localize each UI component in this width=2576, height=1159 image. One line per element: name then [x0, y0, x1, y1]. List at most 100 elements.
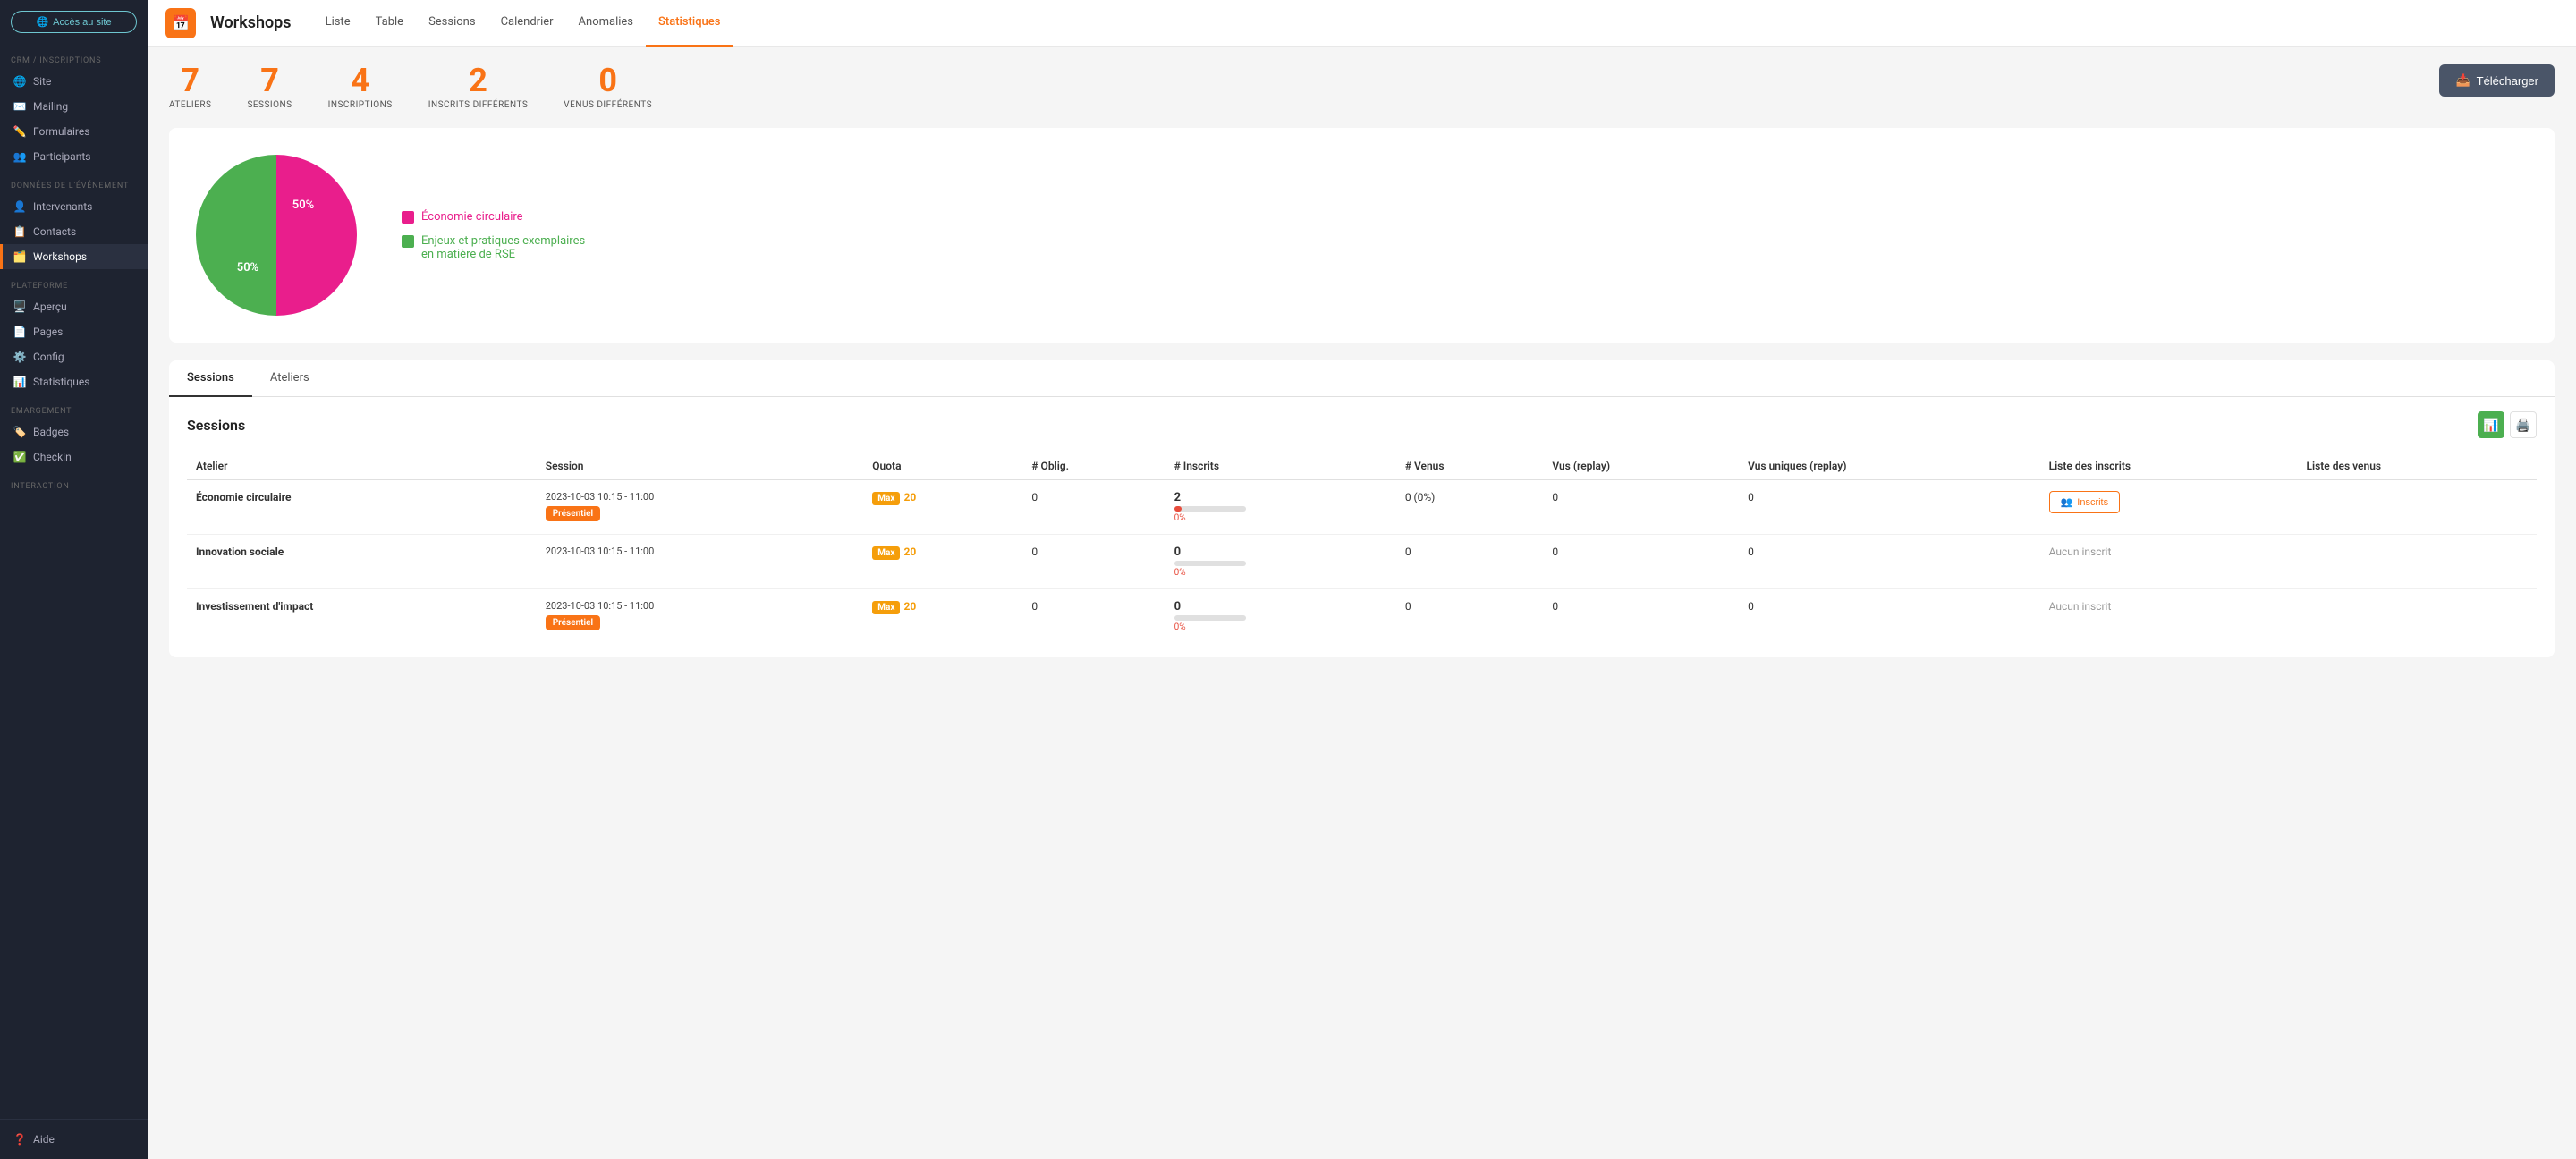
download-button[interactable]: 📥 Télécharger: [2439, 64, 2555, 97]
export-csv-button[interactable]: 📊: [2478, 411, 2504, 438]
cell-atelier: Investissement d'impact: [187, 589, 537, 644]
sessions-table-section: Sessions 📊 🖨️ Atelier Session Quota: [169, 397, 2555, 657]
sidebar-item-formulaires[interactable]: ✏️Formulaires: [0, 119, 148, 144]
cell-inscrits: 2 0%: [1165, 480, 1396, 535]
cell-session: 2023-10-03 10:15 - 11:00Présentiel: [537, 480, 864, 535]
stat-inscrits-diff: 2 INSCRITS DIFFÉRENTS: [428, 64, 529, 110]
cell-atelier: Innovation sociale: [187, 535, 537, 589]
cell-inscrits: 0 0%: [1165, 535, 1396, 589]
chart-legend: Économie circulaire Enjeux et pratiques …: [402, 210, 600, 261]
cell-atelier: Économie circulaire: [187, 480, 537, 535]
sidebar-item-statistiques[interactable]: 📊Statistiques: [0, 369, 148, 394]
sidebar-bottom: ❓Aide: [0, 1119, 148, 1159]
stat-inscriptions-label: INSCRIPTIONS: [328, 100, 393, 110]
sidebar-item-config[interactable]: ⚙️Config: [0, 344, 148, 369]
cell-vus-uniques: 0: [1739, 535, 2039, 589]
cell-venus: 0: [1396, 535, 1544, 589]
sidebar-section-label-donnees: DONNÉES DE L'ÉVÉNEMENT: [0, 174, 148, 194]
header-nav: Liste Table Sessions Calendrier Anomalie…: [313, 0, 733, 47]
monitor-icon: 🖥️: [13, 300, 26, 313]
chart-icon: 📊: [13, 376, 26, 388]
sidebar-item-site[interactable]: 🌐Site: [0, 69, 148, 94]
sidebar-section-interaction: INTERACTION: [0, 470, 148, 495]
col-venus: # Venus: [1396, 453, 1544, 480]
sidebar-item-badges[interactable]: 🏷️Badges: [0, 419, 148, 444]
check-icon: ✅: [13, 451, 26, 463]
chart-area: 50% 50% Économie circulaire Enjeux et pr…: [169, 128, 2555, 343]
globe-icon: 🌐: [13, 75, 26, 88]
col-vus-uniques: Vus uniques (replay): [1739, 453, 2039, 480]
stat-venus-diff-label: VENUS DIFFÉRENTS: [564, 100, 652, 110]
print-icon: 🖨️: [2515, 418, 2530, 433]
cell-vus-replay: 0: [1543, 589, 1739, 644]
cell-vus-uniques: 0: [1739, 480, 2039, 535]
col-liste-venus: Liste des venus: [2297, 453, 2537, 480]
users-icon: 👥: [13, 150, 26, 163]
cell-inscrits: 0 0%: [1165, 589, 1396, 644]
table-row: Investissement d'impact2023-10-03 10:15 …: [187, 589, 2537, 644]
stat-sessions-value: 7: [260, 64, 279, 97]
gear-icon: ⚙️: [13, 351, 26, 363]
tab-ateliers[interactable]: Ateliers: [252, 360, 327, 397]
stat-venus-diff-value: 0: [598, 64, 617, 97]
inscrits-button[interactable]: 👥 Inscrits: [2049, 491, 2121, 513]
stat-inscrits-diff-value: 2: [469, 64, 487, 97]
stat-inscriptions: 4 INSCRIPTIONS: [328, 64, 393, 110]
cell-liste-inscrits[interactable]: 👥 Inscrits: [2040, 480, 2298, 535]
legend-label-enjeux: Enjeux et pratiques exemplaires en matiè…: [421, 234, 600, 261]
page-header: 📅 Workshops Liste Table Sessions Calendr…: [148, 0, 2576, 47]
sidebar-item-aide[interactable]: ❓Aide: [0, 1127, 148, 1152]
print-button[interactable]: 🖨️: [2510, 411, 2537, 438]
globe-icon: 🌐: [36, 16, 48, 28]
cell-vus-uniques: 0: [1739, 589, 2039, 644]
stat-inscrits-diff-label: INSCRITS DIFFÉRENTS: [428, 100, 529, 110]
cell-vus-replay: 0: [1543, 535, 1739, 589]
access-site-button[interactable]: 🌐 Accès au site: [11, 11, 137, 33]
sessions-title: Sessions 📊 🖨️: [187, 411, 2537, 438]
nav-table[interactable]: Table: [363, 0, 416, 47]
stat-ateliers-label: ATELIERS: [169, 100, 211, 110]
sidebar-section-crm: CRM / INSCRIPTIONS 🌐Site ✉️Mailing ✏️For…: [0, 44, 148, 169]
stat-ateliers: 7 ATELIERS: [169, 64, 211, 110]
table-row: Économie circulaire2023-10-03 10:15 - 11…: [187, 480, 2537, 535]
sidebar-item-intervenants[interactable]: 👤Intervenants: [0, 194, 148, 219]
sidebar-item-apercu[interactable]: 🖥️Aperçu: [0, 294, 148, 319]
users-icon: 👥: [2061, 496, 2073, 508]
sidebar-section-label-emargement: EMARGEMENT: [0, 400, 148, 419]
cell-vus-replay: 0: [1543, 480, 1739, 535]
stat-venus-diff: 0 VENUS DIFFÉRENTS: [564, 64, 652, 110]
sidebar-item-pages[interactable]: 📄Pages: [0, 319, 148, 344]
cell-liste-inscrits: Aucun inscrit: [2040, 535, 2298, 589]
col-quota: Quota: [863, 453, 1022, 480]
tab-sessions[interactable]: Sessions: [169, 360, 252, 397]
stat-inscriptions-value: 4: [351, 64, 369, 97]
sidebar-item-participants[interactable]: 👥Participants: [0, 144, 148, 169]
nav-sessions[interactable]: Sessions: [416, 0, 488, 47]
col-inscrits: # Inscrits: [1165, 453, 1396, 480]
badge-icon: 🏷️: [13, 426, 26, 438]
workshops-icon: 🗂️: [13, 250, 26, 263]
col-vus-replay: Vus (replay): [1543, 453, 1739, 480]
sidebar-section-emargement: EMARGEMENT 🏷️Badges ✅Checkin: [0, 394, 148, 470]
sidebar-item-mailing[interactable]: ✉️Mailing: [0, 94, 148, 119]
nav-anomalies[interactable]: Anomalies: [566, 0, 646, 47]
legend-item-economie: Économie circulaire: [402, 210, 600, 224]
col-oblig: # Oblig.: [1022, 453, 1165, 480]
legend-label-economie: Économie circulaire: [421, 210, 523, 224]
col-liste-inscrits: Liste des inscrits: [2040, 453, 2298, 480]
download-icon: 📥: [2455, 73, 2470, 88]
pages-icon: 📄: [13, 326, 26, 338]
sidebar-item-contacts[interactable]: 📋Contacts: [0, 219, 148, 244]
cell-session: 2023-10-03 10:15 - 11:00: [537, 535, 864, 589]
sessions-tabs: Sessions Ateliers: [169, 360, 2555, 397]
sidebar-item-checkin[interactable]: ✅Checkin: [0, 444, 148, 470]
stat-sessions: 7 SESSIONS: [247, 64, 292, 110]
cell-oblig: 0: [1022, 535, 1165, 589]
nav-liste[interactable]: Liste: [313, 0, 363, 47]
edit-icon: ✏️: [13, 125, 26, 138]
nav-statistiques[interactable]: Statistiques: [646, 0, 733, 47]
section-actions: 📊 🖨️: [2478, 411, 2537, 438]
sidebar-item-workshops[interactable]: 🗂️Workshops: [0, 244, 148, 269]
cell-quota: Max20: [863, 535, 1022, 589]
nav-calendrier[interactable]: Calendrier: [488, 0, 566, 47]
